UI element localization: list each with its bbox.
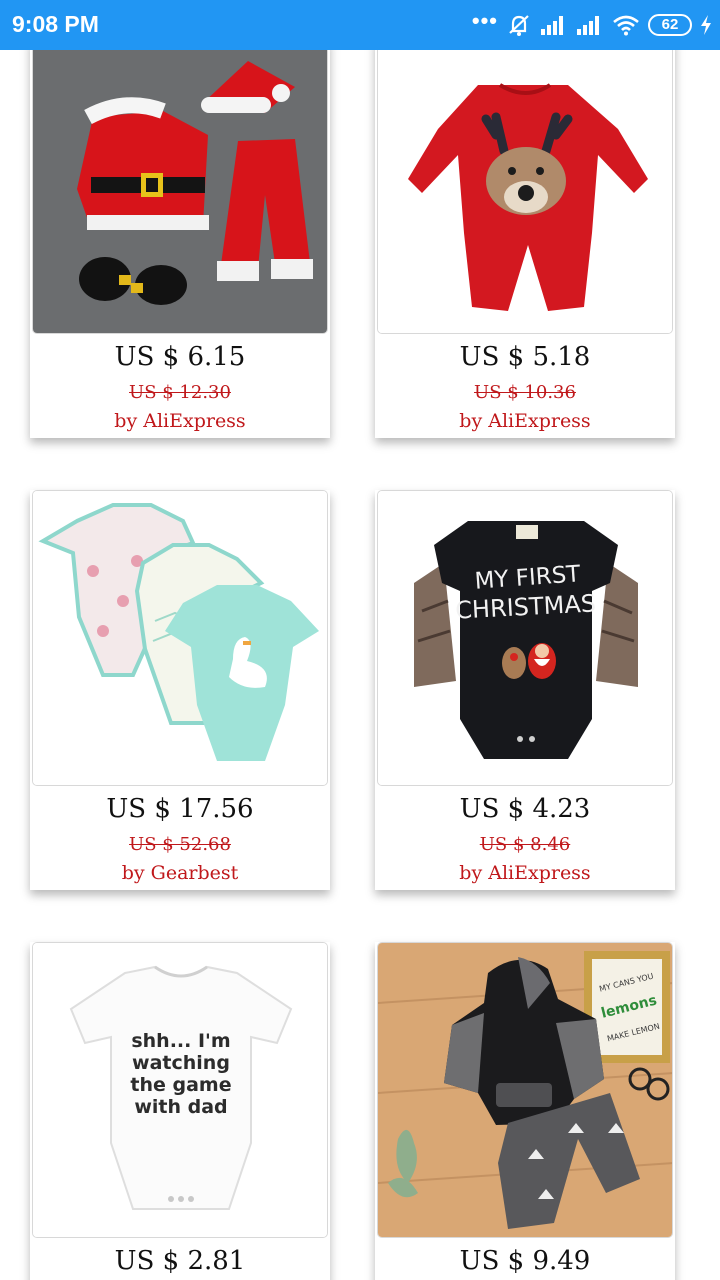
product-image[interactable]	[32, 50, 328, 334]
seller-link[interactable]: by AliExpress	[30, 410, 330, 432]
status-icons: ••• 62	[471, 8, 712, 41]
product-image[interactable]: shh... I'm watching the game with dad	[32, 942, 328, 1238]
product-price: US $ 2.81	[114, 1246, 246, 1276]
product-card[interactable]: US $ 6.15 US $ 12.30 by AliExpress	[30, 50, 330, 438]
hoodie-pants-set-image: MY CANS YOU lemons MAKE LEMON	[378, 943, 672, 1237]
signal-icon-2	[577, 16, 599, 35]
product-price: US $ 5.18	[459, 342, 591, 372]
status-bar: 9:08 PM ••• 62	[0, 0, 720, 50]
product-card[interactable]: US $ 5.18 US $ 10.36 by AliExpress	[375, 50, 675, 438]
garment-print-line-1: shh... I'm	[131, 1030, 230, 1052]
product-card[interactable]: MY FIRST CHRISTMAS US $ 4.23 US $ 8.46 b…	[375, 490, 675, 890]
original-price: US $ 12.30	[129, 382, 231, 403]
product-price: US $ 9.49	[459, 1246, 591, 1276]
original-price: US $ 10.36	[474, 382, 576, 403]
mute-icon	[509, 15, 529, 36]
watching-game-bodysuit-image: shh... I'm watching the game with dad	[33, 943, 327, 1237]
santa-outfit-image	[33, 50, 327, 333]
original-price: US $ 8.46	[479, 834, 571, 855]
reindeer-romper-image	[378, 50, 672, 333]
signal-icon	[541, 16, 563, 35]
product-price: US $ 17.56	[106, 794, 254, 824]
product-feed[interactable]: US $ 6.15 US $ 12.30 by AliExpress US $ …	[0, 50, 720, 1280]
original-price: US $ 52.68	[129, 834, 231, 855]
product-card[interactable]: MY CANS YOU lemons MAKE LEMON US $ 9.49	[375, 942, 675, 1280]
product-image[interactable]	[32, 490, 328, 786]
product-image[interactable]	[377, 50, 673, 334]
seller-link[interactable]: by AliExpress	[375, 410, 675, 432]
garment-print-line-2: watching	[132, 1052, 230, 1074]
bodysuit-set-image	[33, 491, 327, 785]
product-image[interactable]: MY CANS YOU lemons MAKE LEMON	[377, 942, 673, 1238]
garment-print-line-3: the game	[130, 1074, 231, 1096]
product-card[interactable]: US $ 17.56 US $ 52.68 by Gearbest	[30, 490, 330, 890]
seller-link[interactable]: by Gearbest	[30, 862, 330, 884]
charging-icon	[701, 15, 711, 35]
product-card[interactable]: shh... I'm watching the game with dad US…	[30, 942, 330, 1280]
product-image[interactable]: MY FIRST CHRISTMAS	[377, 490, 673, 786]
first-christmas-bodysuit-image: MY FIRST CHRISTMAS	[378, 491, 672, 785]
status-time: 9:08 PM	[12, 11, 99, 37]
battery-icon: 62	[648, 14, 692, 36]
notification-dots-icon: •••	[471, 8, 498, 33]
product-price: US $ 6.15	[114, 342, 246, 372]
garment-print-line-4: with dad	[134, 1096, 227, 1118]
product-price: US $ 4.23	[459, 794, 591, 824]
seller-link[interactable]: by AliExpress	[375, 862, 675, 884]
wifi-icon	[613, 15, 639, 36]
